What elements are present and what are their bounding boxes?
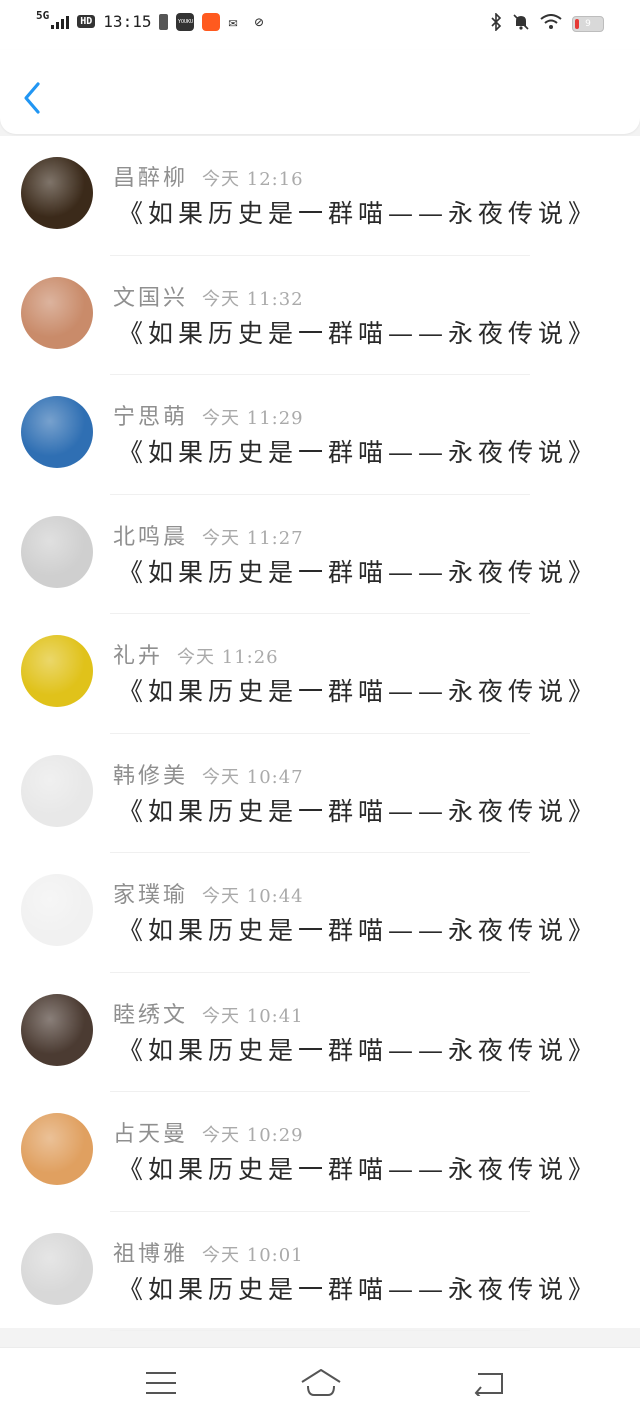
signal-icon [51, 15, 70, 29]
network-type: 5G [36, 9, 50, 22]
avatar[interactable] [21, 874, 93, 946]
comment-time: 今天 11:27 [202, 527, 304, 549]
commenter-name[interactable]: 礼卉 [113, 644, 163, 669]
avatar[interactable] [21, 157, 93, 229]
youku-icon: YOUKU [176, 12, 195, 31]
comment-text: 《如果历史是一群喵——永夜传说》 [118, 1035, 599, 1065]
comment-meta: 占天曼 今天 10:29 [113, 1116, 304, 1148]
avatar[interactable] [21, 1113, 93, 1185]
comment-meta: 睦绣文 今天 10:41 [113, 997, 304, 1029]
avatar[interactable] [21, 515, 93, 588]
menu-button[interactable] [145, 1370, 177, 1400]
commenter-name[interactable]: 昌醉柳 [113, 166, 188, 191]
home-button[interactable] [300, 1368, 342, 1402]
clock: 13:15 [103, 12, 152, 31]
commenter-name[interactable]: 占天曼 [113, 1122, 188, 1147]
comment-text: 《如果历史是一群喵——永夜传说》 [118, 557, 599, 587]
mute-icon [512, 13, 530, 35]
header [0, 50, 640, 134]
comment-meta: 北鸣晨 今天 11:27 [113, 519, 304, 551]
comment-item[interactable]: 祖博雅 今天 10:01 《如果历史是一群喵——永夜传说》 [0, 1212, 640, 1331]
commenter-name[interactable]: 宁思萌 [113, 405, 188, 430]
comment-item[interactable]: 睦绣文 今天 10:41 《如果历史是一群喵——永夜传说》 [0, 973, 640, 1092]
commenter-name[interactable]: 文国兴 [113, 286, 188, 311]
comment-time: 今天 12:16 [202, 169, 304, 190]
commenter-name[interactable]: 北鸣晨 [113, 525, 188, 550]
leaf-icon: ⊘ [254, 12, 264, 31]
comment-time: 今天 11:26 [177, 647, 279, 668]
commenter-name[interactable]: 家璞瑜 [113, 883, 188, 908]
status-bar: 5G HD 13:15 YOUKU ✉ ⊘ 9 [0, 0, 640, 50]
wifi-icon [540, 14, 562, 34]
battery-small-icon [159, 13, 169, 30]
bluetooth-icon [490, 12, 502, 35]
comment-text: 《如果历史是一群喵——永夜传说》 [118, 199, 599, 228]
comment-item[interactable]: 昌醉柳 今天 12:16 《如果历史是一群喵——永夜传说》 [0, 136, 640, 256]
comment-time: 今天 10:41 [202, 1005, 304, 1027]
comment-text: 《如果历史是一群喵——永夜传说》 [118, 796, 599, 826]
comment-list: 昌醉柳 今天 12:16 《如果历史是一群喵——永夜传说》 文国兴 今天 11:32 《如… [0, 136, 640, 1331]
status-left: 5G HD 13:15 YOUKU ✉ ⊘ [36, 9, 272, 31]
commenter-name[interactable]: 韩修美 [113, 764, 188, 789]
comment-time: 今天 11:29 [202, 408, 304, 429]
comment-item[interactable]: 占天曼 今天 10:29 《如果历史是一群喵——永夜传说》 [0, 1092, 640, 1212]
battery-icon: 9 [572, 16, 604, 32]
comment-text: 《如果历史是一群喵——永夜传说》 [118, 677, 599, 706]
avatar[interactable] [21, 276, 93, 349]
avatar[interactable] [21, 993, 93, 1066]
comment-time: 今天 10:01 [202, 1244, 304, 1266]
comment-time: 今天 11:32 [202, 288, 304, 310]
comment-meta: 韩修美 今天 10:47 [113, 758, 304, 790]
home-icon [301, 1369, 341, 1396]
comment-item[interactable]: 宁思萌 今天 11:29 《如果历史是一群喵——永夜传说》 [0, 375, 640, 495]
status-right: 9 [490, 12, 604, 35]
comment-text: 《如果历史是一群喵——永夜传说》 [118, 1155, 599, 1184]
menu-icon [146, 1372, 176, 1394]
comment-meta: 礼卉 今天 11:26 [113, 638, 279, 670]
comment-item[interactable]: 北鸣晨 今天 11:27 《如果历史是一群喵——永夜传说》 [0, 495, 640, 614]
comment-time: 今天 10:47 [202, 766, 304, 788]
avatar[interactable] [21, 396, 93, 468]
back-nav-button[interactable] [472, 1370, 504, 1400]
comment-item[interactable]: 礼卉 今天 11:26 《如果历史是一群喵——永夜传说》 [0, 614, 640, 734]
comment-time: 今天 10:44 [202, 886, 304, 907]
battery-level: 9 [585, 19, 591, 29]
comment-meta: 文国兴 今天 11:32 [113, 280, 304, 312]
comment-text: 《如果历史是一群喵——永夜传说》 [118, 1274, 599, 1304]
comment-item[interactable]: 韩修美 今天 10:47 《如果历史是一群喵——永夜传说》 [0, 734, 640, 853]
avatar[interactable] [21, 1232, 93, 1305]
comment-meta: 家璞瑜 今天 10:44 [113, 877, 304, 909]
wechat-icon: ✉ [228, 12, 238, 31]
comment-time: 今天 10:29 [202, 1125, 304, 1146]
comment-item[interactable]: 家璞瑜 今天 10:44 《如果历史是一群喵——永夜传说》 [0, 853, 640, 973]
commenter-name[interactable]: 睦绣文 [113, 1003, 188, 1028]
comment-meta: 祖博雅 今天 10:01 [113, 1236, 304, 1268]
taobao-icon [202, 12, 221, 31]
comment-text: 《如果历史是一群喵——永夜传说》 [118, 318, 599, 348]
chevron-left-icon [24, 82, 40, 114]
commenter-name[interactable]: 祖博雅 [113, 1242, 188, 1267]
comment-meta: 昌醉柳 今天 12:16 [113, 160, 304, 192]
hd-icon: HD [77, 15, 96, 28]
system-nav-bar [0, 1347, 640, 1423]
comment-meta: 宁思萌 今天 11:29 [113, 399, 304, 431]
avatar[interactable] [21, 754, 93, 827]
back-icon [474, 1373, 503, 1399]
divider [110, 1330, 530, 1331]
comment-text: 《如果历史是一群喵——永夜传说》 [118, 438, 599, 467]
comment-item[interactable]: 文国兴 今天 11:32 《如果历史是一群喵——永夜传说》 [0, 256, 640, 375]
avatar[interactable] [21, 635, 93, 707]
back-button[interactable] [18, 78, 48, 118]
comment-text: 《如果历史是一群喵——永夜传说》 [118, 916, 599, 945]
